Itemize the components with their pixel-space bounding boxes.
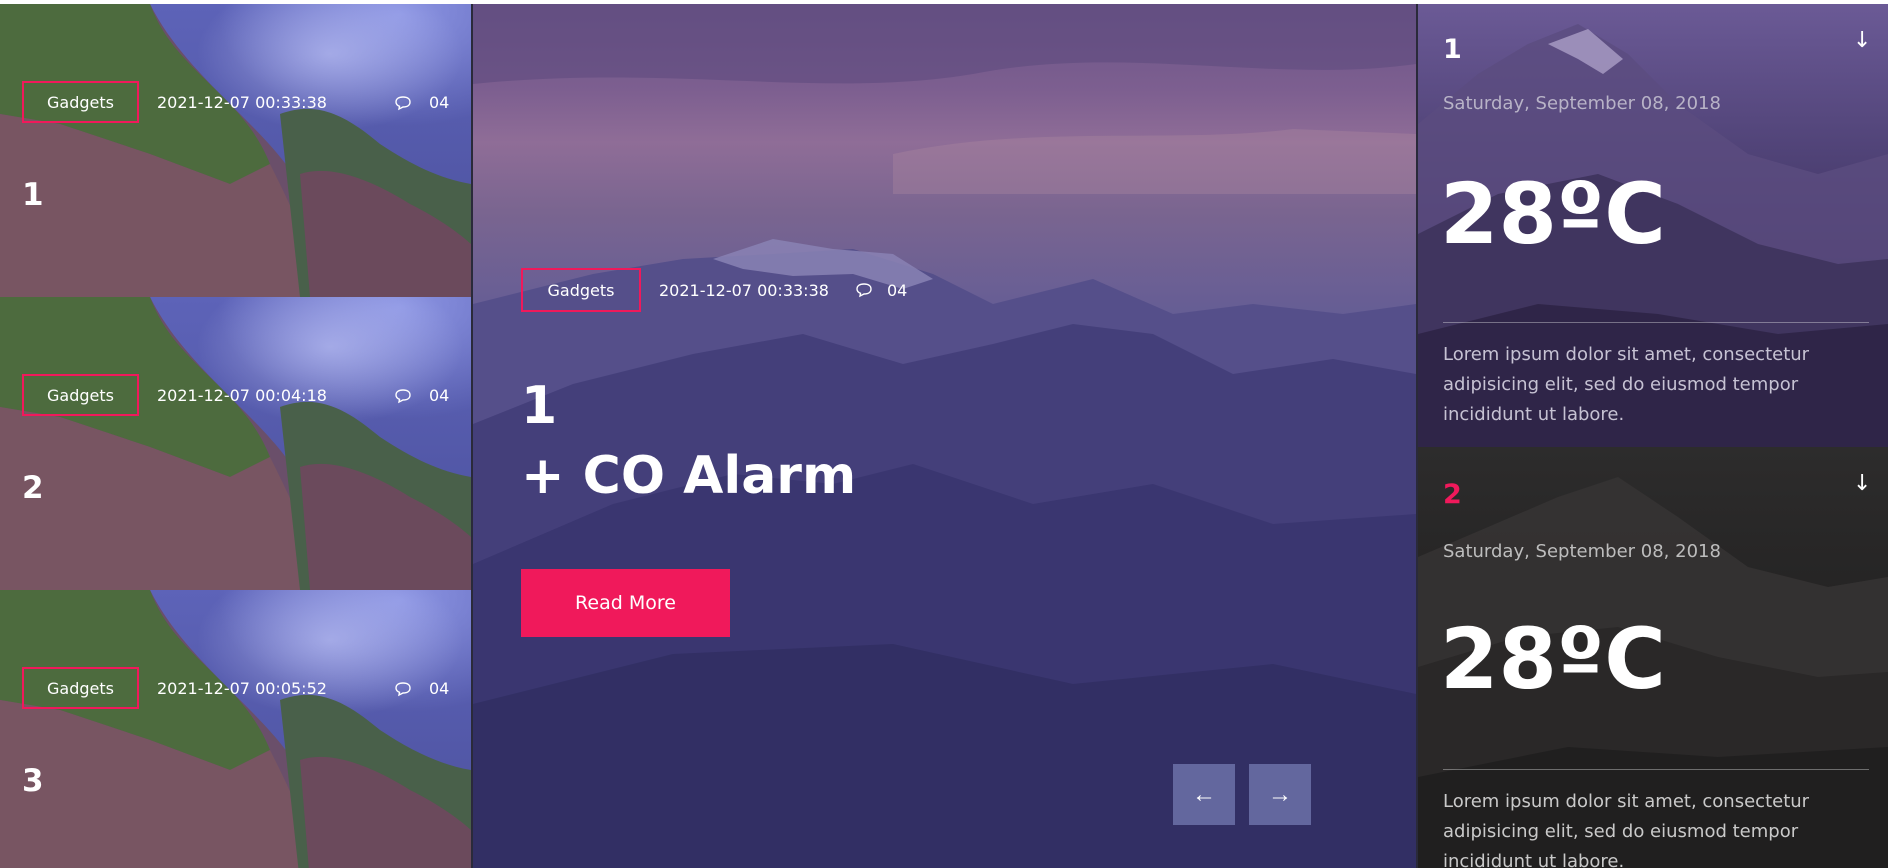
arrow-down-icon[interactable]: ↓ (1853, 28, 1871, 53)
hero-index: 1 (521, 376, 558, 436)
comment-bubble-icon (395, 388, 411, 403)
weather-list: 1 ↓ Saturday, September 08, 2018 28ºC Lo… (1418, 4, 1888, 868)
comment-count-group[interactable]: 04 (394, 93, 449, 112)
category-tag[interactable]: Gadgets (22, 81, 139, 123)
weather-date: Saturday, September 08, 2018 (1443, 541, 1721, 562)
weather-index: 2 (1443, 479, 1462, 510)
post-meta: Gadgets 2021-12-07 00:05:52 04 (22, 667, 452, 709)
prev-slide-button[interactable]: ← (1173, 764, 1235, 825)
post-date: 2021-12-07 00:04:18 (157, 385, 327, 405)
post-index: 3 (22, 763, 44, 799)
cliff-background (0, 590, 471, 868)
comment-count-group[interactable]: 04 (394, 679, 449, 698)
comment-count: 04 (429, 93, 450, 112)
arrow-right-icon: → (1268, 780, 1292, 808)
next-slide-button[interactable]: → (1249, 764, 1311, 825)
cliff-background (0, 297, 471, 590)
post-date: 2021-12-07 00:05:52 (157, 678, 327, 698)
read-more-button[interactable]: Read More (521, 569, 730, 637)
post-date: 2021-12-07 00:33:38 (157, 92, 327, 112)
comment-count-group[interactable]: 04 (855, 281, 907, 300)
comment-count-group[interactable]: 04 (394, 386, 449, 405)
weather-card[interactable]: 2 ↓ Saturday, September 08, 2018 28ºC Lo… (1418, 447, 1888, 868)
comment-bubble-icon (395, 681, 411, 696)
post-index: 1 (22, 177, 44, 213)
comment-count: 04 (886, 280, 908, 300)
side-post-card[interactable]: Gadgets 2021-12-07 00:05:52 04 3 (0, 590, 471, 868)
hero-title: 1 + CO Alarm (521, 371, 856, 511)
post-meta: Gadgets 2021-12-07 00:33:38 04 (22, 81, 452, 123)
cliff-background (0, 4, 471, 297)
weather-index: 1 (1443, 34, 1462, 65)
weather-temperature: 28ºC (1440, 165, 1666, 263)
side-post-card[interactable]: Gadgets 2021-12-07 00:04:18 04 2 (0, 297, 471, 590)
post-date: 2021-12-07 00:33:38 (659, 280, 829, 300)
weather-description: Lorem ipsum dolor sit amet, consectetur … (1443, 344, 1810, 425)
hero-slide: Gadgets 2021-12-07 00:33:38 04 1 + CO Al… (473, 4, 1416, 868)
weather-description: Lorem ipsum dolor sit amet, consectetur … (1443, 791, 1810, 868)
category-tag[interactable]: Gadgets (22, 667, 139, 709)
arrow-left-icon: ← (1192, 780, 1216, 808)
comment-count: 04 (429, 386, 450, 405)
hero-post-meta: Gadgets 2021-12-07 00:33:38 04 (521, 268, 907, 312)
category-tag[interactable]: Gadgets (521, 268, 641, 312)
comment-bubble-icon (856, 283, 872, 298)
weather-date: Saturday, September 08, 2018 (1443, 93, 1721, 114)
comment-count: 04 (429, 679, 450, 698)
side-post-card[interactable]: Gadgets 2021-12-07 00:33:38 04 1 (0, 4, 471, 297)
page: Gadgets 2021-12-07 00:33:38 04 1 Gadgets… (0, 4, 1888, 868)
post-meta: Gadgets 2021-12-07 00:04:18 04 (22, 374, 452, 416)
weather-divider (1443, 322, 1869, 323)
arrow-down-icon[interactable]: ↓ (1853, 471, 1871, 496)
weather-temperature: 28ºC (1440, 610, 1666, 708)
comment-bubble-icon (395, 95, 411, 110)
side-post-list: Gadgets 2021-12-07 00:33:38 04 1 Gadgets… (0, 4, 471, 868)
weather-divider (1443, 769, 1869, 770)
post-index: 2 (22, 470, 44, 506)
category-tag[interactable]: Gadgets (22, 374, 139, 416)
hero-headline: + CO Alarm (521, 446, 857, 506)
weather-card[interactable]: 1 ↓ Saturday, September 08, 2018 28ºC Lo… (1418, 4, 1888, 447)
